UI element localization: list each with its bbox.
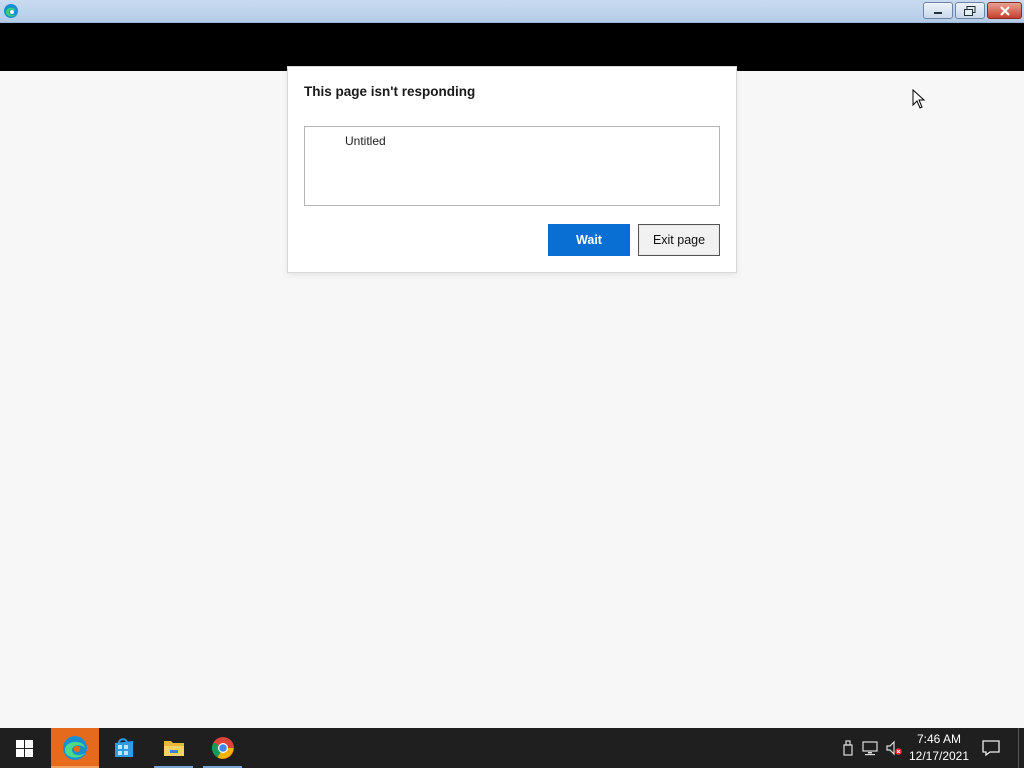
- start-button[interactable]: [0, 728, 48, 768]
- window-titlebar: [0, 0, 1024, 23]
- show-desktop-button[interactable]: [1018, 728, 1019, 768]
- close-icon: [999, 5, 1010, 16]
- taskbar-clock[interactable]: 7:46 AM 12/17/2021: [905, 731, 973, 765]
- network-icon[interactable]: [862, 740, 878, 756]
- edge-icon: [63, 736, 87, 760]
- chrome-icon: [211, 737, 234, 759]
- taskbar-chrome[interactable]: [199, 728, 246, 768]
- restore-icon: [964, 5, 976, 16]
- dialog-title: This page isn't responding: [304, 84, 476, 99]
- exit-page-button[interactable]: Exit page: [638, 224, 720, 256]
- minimize-icon: [934, 11, 942, 14]
- mouse-cursor-icon: [912, 89, 926, 109]
- close-button[interactable]: [987, 2, 1022, 19]
- clock-date: 12/17/2021: [908, 749, 970, 763]
- usb-icon[interactable]: [840, 740, 856, 756]
- minimize-button[interactable]: [923, 2, 953, 19]
- restore-button[interactable]: [955, 2, 985, 19]
- volume-muted-icon[interactable]: [886, 740, 902, 756]
- taskbar-edge[interactable]: [51, 728, 99, 768]
- file-explorer-icon: [163, 741, 184, 756]
- wait-button[interactable]: Wait: [548, 224, 630, 256]
- taskbar: 7:46 AM 12/17/2021: [0, 728, 1024, 768]
- browser-toolbar-area: [0, 23, 1024, 71]
- store-icon: [114, 738, 133, 757]
- edge-icon[interactable]: [3, 3, 19, 19]
- unresponsive-pages-list: Untitled: [304, 126, 720, 206]
- page-unresponsive-dialog: This page isn't responding Untitled Wait…: [287, 66, 737, 273]
- taskbar-file-explorer[interactable]: [150, 728, 197, 768]
- taskbar-store[interactable]: [100, 728, 147, 768]
- list-item: Untitled: [345, 134, 386, 148]
- start-icon: [15, 739, 33, 757]
- action-center-icon[interactable]: [982, 739, 1000, 757]
- clock-time: 7:46 AM: [916, 732, 962, 746]
